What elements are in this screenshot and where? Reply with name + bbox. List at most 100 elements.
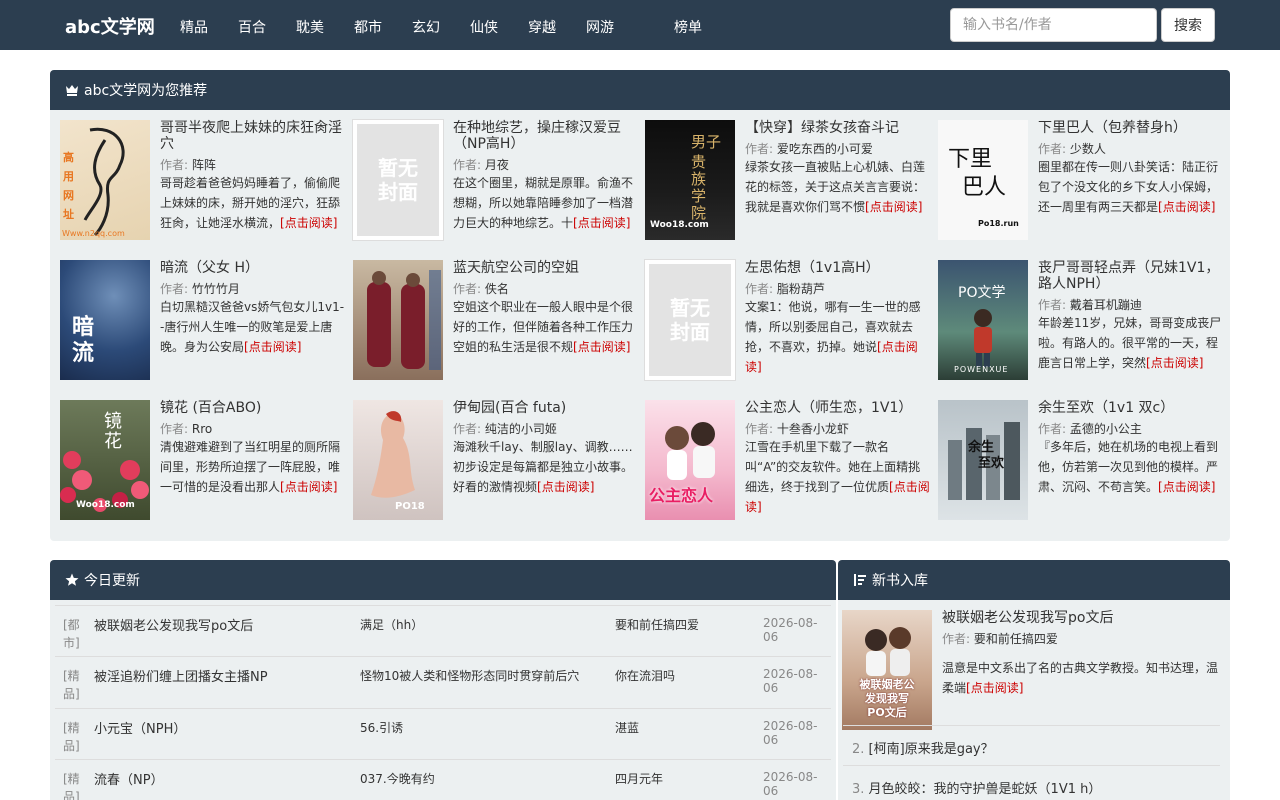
- update-book-name[interactable]: 被淫追粉们缠上团播女主播NP: [94, 666, 268, 685]
- book-title[interactable]: 哥哥半夜爬上妹妹的床狂肏淫穴: [160, 120, 345, 152]
- update-category[interactable]: [都市]: [63, 616, 87, 652]
- rec-item[interactable]: 暂无 封面 在种地综艺，操庄稼汉爱豆（NP高H） 作者: 月夜 在这个圈里，糊就是…: [352, 119, 643, 245]
- read-more-link[interactable]: [点击阅读]: [966, 681, 1023, 695]
- book-author: 作者: 脂粉葫芦: [745, 282, 825, 296]
- nav-item-bangdan[interactable]: 榜单: [674, 17, 702, 37]
- nav-item-chuanyue[interactable]: 穿越: [528, 17, 556, 37]
- read-more-link[interactable]: [点击阅读]: [280, 216, 337, 230]
- book-title[interactable]: 伊甸园(百合 futa): [453, 400, 638, 416]
- book-desc: 绿茶女孩一直被贴上心机婊、白莲花的标签，关于这点关言言要说：我就是喜欢你们骂不惯…: [745, 160, 926, 214]
- book-author: 作者: 少数人: [1038, 142, 1106, 156]
- update-book-name[interactable]: 小元宝（NPH）: [94, 718, 186, 737]
- update-book-name[interactable]: 流春（NP）: [94, 769, 164, 788]
- update-category[interactable]: [精品]: [63, 770, 87, 800]
- update-category[interactable]: [精品]: [63, 667, 87, 703]
- nav-item-dushi[interactable]: 都市: [354, 17, 382, 37]
- book-title[interactable]: 丧尸哥哥轻点弄（兄妹1V1，路人NPH）: [1038, 260, 1223, 292]
- rec-item[interactable]: 暗流 暗流（父女 H） 作者: 竹竹竹月 白切黑糙汉爸爸vs娇气包女儿1v1--…: [60, 260, 350, 385]
- read-more-link[interactable]: [点击阅读]: [573, 340, 630, 354]
- new-book-item[interactable]: 2. [柯南]原来我是gay？: [843, 725, 1220, 765]
- book-title[interactable]: 公主恋人（师生恋，1V1）: [745, 400, 930, 416]
- read-more-link[interactable]: [点击阅读]: [244, 340, 301, 354]
- book-author: 作者: 佚名: [453, 282, 509, 296]
- book-cover[interactable]: 暗流: [60, 260, 150, 380]
- book-title[interactable]: 余生至欢（1v1 双c）: [1038, 400, 1223, 416]
- sort-icon: [854, 574, 866, 586]
- new-book-title[interactable]: 月色皎皎：我的守护兽是蛇妖（1V1 h）: [869, 782, 1102, 797]
- book-author: 作者: 阵阵: [160, 158, 216, 172]
- read-more-link[interactable]: [点击阅读]: [280, 480, 337, 494]
- book-cover[interactable]: 公主恋人: [645, 400, 735, 520]
- nav-item-wangyou[interactable]: 网游: [586, 17, 614, 37]
- book-title[interactable]: 被联姻老公发现我写po文后: [942, 610, 1222, 626]
- book-title[interactable]: 【快穿】绿茶女孩奋斗记: [745, 120, 930, 136]
- read-more-link[interactable]: [点击阅读]: [573, 216, 630, 230]
- update-date: 2026-08-06: [763, 770, 818, 798]
- rec-item[interactable]: PO18 伊甸园(百合 futa) 作者: 纯洁的小司姬 海滩秋千lay、制服l…: [353, 400, 643, 525]
- book-title[interactable]: 下里巴人（包养替身h）: [1038, 120, 1223, 136]
- update-chapter[interactable]: 满足（hh）: [360, 616, 423, 633]
- recommend-panel-title: abc文学网为您推荐: [84, 83, 208, 99]
- search-button[interactable]: 搜索: [1161, 8, 1215, 42]
- book-cover[interactable]: 被联姻老公 发现我写 PO文后: [842, 610, 932, 730]
- book-cover[interactable]: [353, 260, 443, 380]
- read-more-link[interactable]: [点击阅读]: [1146, 356, 1203, 370]
- book-desc: 哥哥趁着爸爸妈妈睡着了，偷偷爬上妹妹的床，掰开她的淫穴，狂舔狂肏，让她淫水横流，…: [160, 176, 341, 230]
- update-author: 四月元年: [615, 772, 664, 786]
- nav-item-xianxia[interactable]: 仙侠: [470, 17, 498, 37]
- book-desc: 在这个圈里，糊就是原罪。俞渔不想糊，所以她靠陪睡参加了一档潜力巨大的种地综艺。十…: [453, 176, 634, 230]
- book-cover[interactable]: PO18: [353, 400, 443, 520]
- book-title[interactable]: 蓝天航空公司的空姐: [453, 260, 638, 276]
- rec-item[interactable]: 镜花 Woo18.com 镜花 (百合ABO) 作者: Rro 清傀避难避到了当…: [60, 400, 350, 525]
- book-desc: 温意是中文系出了名的古典文学教授。知书达理，温柔端[点击阅读]: [942, 661, 1219, 695]
- nav-item-jingpin[interactable]: 精品: [180, 17, 208, 37]
- new-book-rank: 2.: [852, 742, 865, 757]
- book-title[interactable]: 暗流（父女 H）: [160, 260, 345, 276]
- rec-item[interactable]: 下里 巴人 Po18.run 下里巴人（包养替身h） 作者: 少数人 圈里都在传一…: [938, 120, 1228, 245]
- book-desc: 圈里都在传一则八卦笑话：陆正衍包了个没文化的乡下女人小保姆，还一周里有两三天都是…: [1038, 160, 1219, 214]
- rec-item[interactable]: 蓝天航空公司的空姐 作者: 佚名 空姐这个职业在一般人眼中是个很好的工作，但伴随…: [353, 260, 643, 385]
- read-more-link[interactable]: [点击阅读]: [537, 480, 594, 494]
- book-cover[interactable]: 余生 至欢: [938, 400, 1028, 520]
- new-book-title[interactable]: [柯南]原来我是gay？: [869, 742, 994, 757]
- rec-item[interactable]: 男子 贵族学院 Woo18.com 【快穿】绿茶女孩奋斗记 作者: 爱吃东西的小…: [645, 120, 935, 245]
- book-title[interactable]: 镜花 (百合ABO): [160, 400, 345, 416]
- nav-item-danmei[interactable]: 耽美: [296, 17, 324, 37]
- nav-item-baihe[interactable]: 百合: [238, 17, 266, 37]
- search-input[interactable]: [950, 8, 1157, 42]
- site-brand[interactable]: abc文学网: [65, 13, 155, 39]
- book-author: 作者: 要和前任搞四爱: [942, 632, 1058, 646]
- update-category[interactable]: [精品]: [63, 719, 87, 755]
- rec-item[interactable]: PO文学 POWENXUE 丧尸哥哥轻点弄（兄妹1V1，路人NPH） 作者: 戴…: [938, 260, 1228, 385]
- read-more-link[interactable]: [点击阅读]: [1158, 200, 1215, 214]
- book-author: 作者: 纯洁的小司姬: [453, 422, 557, 436]
- update-chapter[interactable]: 怪物10被人类和怪物形态同时贯穿前后穴: [360, 667, 579, 684]
- book-desc: 空姐这个职业在一般人眼中是个很好的工作，但伴随着各种工作压力空姐的私生活是很不规…: [453, 300, 634, 354]
- featured-new-book[interactable]: 被联姻老公 发现我写 PO文后 被联姻老公发现我写po文后 作者: 要和前任搞四爱 …: [842, 610, 1225, 730]
- today-updates-header: 今日更新: [50, 560, 836, 600]
- new-book-item[interactable]: 3. 月色皎皎：我的守护兽是蛇妖（1V1 h）: [843, 765, 1220, 800]
- nav-item-xuanhuan[interactable]: 玄幻: [412, 17, 440, 37]
- book-title[interactable]: 左思佑想（1v1高H）: [745, 260, 930, 276]
- rec-item[interactable]: 公主恋人 公主恋人（师生恋，1V1） 作者: 十叁香小龙虾 江雪在手机里下载了一…: [645, 400, 935, 525]
- book-cover[interactable]: 下里 巴人 Po18.run: [938, 120, 1028, 240]
- crown-icon: [66, 85, 78, 96]
- book-cover[interactable]: 男子 贵族学院 Woo18.com: [645, 120, 735, 240]
- update-author: 湛蓝: [615, 721, 640, 735]
- book-cover[interactable]: 暂无 封面: [352, 119, 444, 241]
- rec-item[interactable]: 高用网址 Www.n2qq.com 哥哥半夜爬上妹妹的床狂肏淫穴 作者: 阵阵 …: [60, 120, 350, 245]
- update-chapter[interactable]: 56.引诱: [360, 719, 403, 736]
- today-updates-panel: 今日更新 [都市] 被联姻老公发现我写po文后 满足（hh） 要和前任搞四爱 2…: [50, 560, 836, 800]
- book-cover[interactable]: 暂无 封面: [644, 259, 736, 381]
- update-book-name[interactable]: 被联姻老公发现我写po文后: [94, 615, 253, 634]
- book-title[interactable]: 在种地综艺，操庄稼汉爱豆（NP高H）: [453, 120, 638, 152]
- book-author: 作者: 竹竹竹月: [160, 282, 240, 296]
- book-cover[interactable]: PO文学 POWENXUE: [938, 260, 1028, 380]
- read-more-link[interactable]: [点击阅读]: [865, 200, 922, 214]
- update-chapter[interactable]: 037.今晚有约: [360, 770, 435, 787]
- read-more-link[interactable]: [点击阅读]: [1158, 480, 1215, 494]
- book-cover[interactable]: 镜花 Woo18.com: [60, 400, 150, 520]
- rec-item[interactable]: 暂无 封面 左思佑想（1v1高H） 作者: 脂粉葫芦 文案1：他说，哪有一生一世的…: [644, 259, 935, 385]
- book-cover[interactable]: 高用网址 Www.n2qq.com: [60, 120, 150, 240]
- rec-item[interactable]: 余生 至欢 余生至欢（1v1 双c） 作者: 孟德的小公主 『多年后，她在机场的电…: [938, 400, 1228, 525]
